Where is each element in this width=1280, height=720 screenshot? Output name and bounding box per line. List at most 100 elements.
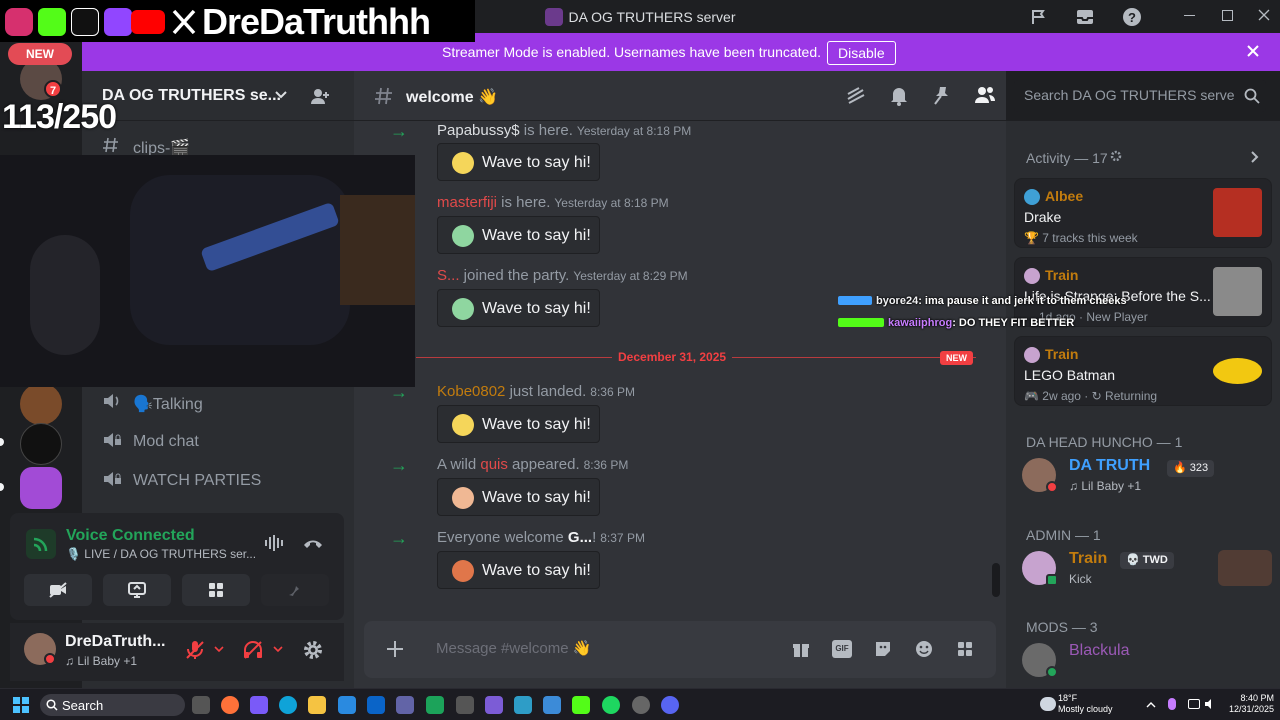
threads-icon[interactable] [845,86,867,106]
wave-button[interactable]: Wave to say hi! [437,478,600,516]
activities-button[interactable] [182,574,250,606]
disable-streamer-mode-button[interactable]: Disable [827,41,896,65]
search-box[interactable] [1014,80,1266,112]
wave-button[interactable]: Wave to say hi! [437,405,600,443]
search-icon[interactable] [1244,88,1260,104]
wave-button[interactable]: Wave to say hi! [437,289,600,327]
activity-subtitle: 🏆 7 tracks this week [1024,231,1138,245]
disconnect-icon[interactable] [302,535,324,551]
spotify-icon[interactable] [602,696,620,714]
gift-icon[interactable] [791,639,811,659]
server-header[interactable]: DA OG TRUTHERS se... [82,71,354,121]
apps-icon[interactable] [955,639,975,659]
member-row[interactable]: DA TRUTH 🔥 323 ♫ Lil Baby +1 [1022,455,1272,499]
message-composer: GIF [364,621,996,678]
instagram-icon [5,8,33,36]
wave-sticker-icon [452,487,474,509]
edge-icon[interactable] [279,696,297,714]
tiktok-icon [71,8,99,36]
camera-off-button[interactable] [24,574,92,606]
inbox-flag-icon[interactable] [1030,8,1048,26]
new-messages-tag: NEW [940,351,973,365]
server-icon-current[interactable] [20,467,62,509]
obs-icon[interactable] [632,696,650,714]
chevron-right-icon[interactable] [1250,150,1260,164]
gear-icon[interactable] [1110,150,1122,162]
banner-close-icon[interactable] [1246,44,1260,58]
member-name[interactable]: G... [568,529,592,546]
app-icon-gray[interactable] [456,696,474,714]
photos-icon[interactable] [543,696,561,714]
activity-subtitle: 🎮 2w ago · ↻ Returning [1024,389,1158,403]
user-name[interactable]: DreDaTruth... [65,633,165,651]
chevron-down-icon[interactable] [214,645,224,653]
invite-member-icon[interactable] [310,87,330,107]
server-icon-2[interactable] [20,383,62,425]
network-icon[interactable] [1188,699,1200,709]
member-name[interactable]: quis [480,456,508,473]
app-icon-purple[interactable] [485,696,503,714]
file-explorer-icon[interactable] [308,696,326,714]
sticker-icon[interactable] [873,639,893,659]
member-name[interactable]: Papabussy$ [437,122,520,139]
task-view-icon[interactable] [192,696,210,714]
help-icon[interactable]: ? [1122,7,1142,27]
settings-gear-icon[interactable] [302,639,324,661]
clock[interactable]: 8:40 PM 12/31/2025 [1218,693,1274,715]
chevron-up-icon[interactable] [1146,701,1156,709]
discord-icon[interactable] [661,696,679,714]
soundboard-button[interactable] [261,574,329,606]
wave-button[interactable]: Wave to say hi! [437,216,600,254]
pin-icon[interactable] [932,85,952,107]
gif-icon[interactable]: GIF [832,640,852,658]
emoji-icon[interactable] [914,639,934,659]
signal-icon[interactable] [26,529,56,559]
maximize-button[interactable] [1222,10,1233,21]
windows-start-icon[interactable] [13,697,29,713]
kick-icon [38,8,66,36]
voice-channel-detail[interactable]: 🎙️ LIVE / DA OG TRUTHERS ser... [66,547,256,561]
member-row[interactable]: Train 💀 TWD Kick [1022,548,1272,592]
new-badge: NEW [8,43,72,65]
app-icon-green[interactable] [426,696,444,714]
inbox-icon[interactable] [1075,7,1095,27]
chat-messages: → Papabussy$ is here. Yesterday at 8:18 P… [354,121,1006,688]
lock-speaker-icon [102,470,122,488]
attach-plus-icon[interactable] [385,639,405,659]
weather-cloud-icon [1040,697,1056,711]
close-window-button[interactable] [1257,8,1271,22]
kick-app-icon[interactable] [572,696,590,714]
app-icon-teal[interactable] [514,696,532,714]
taskbar-search[interactable]: Search [40,694,185,716]
activity-card[interactable]: Albee Drake 🏆 7 tracks this week [1014,178,1272,248]
store-icon[interactable] [338,696,356,714]
voice-status[interactable]: Voice Connected [66,527,195,545]
social-overlay: DreDaTruthhh [0,0,475,42]
member-list-icon[interactable] [974,85,996,105]
member-name[interactable]: Kobe0802 [437,383,505,400]
chat-scrollbar[interactable] [992,563,1000,597]
screen-share-button[interactable] [103,574,171,606]
activity-card[interactable]: Train LEGO Batman 🎮 2w ago · ↻ Returning [1014,336,1272,406]
copilot-icon[interactable] [250,696,268,714]
message-input[interactable] [436,640,776,657]
member-name[interactable]: S... [437,267,460,284]
notification-bell-icon[interactable] [889,85,909,107]
teams-icon[interactable] [396,696,414,714]
noise-suppression-icon[interactable] [264,533,286,553]
mute-icon[interactable] [184,639,206,661]
volume-icon[interactable] [1204,698,1216,710]
member-name[interactable]: masterfiji [437,194,497,211]
chevron-down-icon[interactable] [273,645,283,653]
server-icon-phantoms[interactable] [20,423,62,465]
wave-button[interactable]: Wave to say hi! [437,143,600,181]
mic-tray-icon[interactable] [1168,698,1176,710]
deafen-icon[interactable] [242,639,264,661]
member-row[interactable]: Blackula [1022,640,1272,684]
minimize-button[interactable] [1184,15,1195,16]
search-input[interactable] [1024,87,1234,103]
wave-button[interactable]: Wave to say hi! [437,551,600,589]
outlook-icon[interactable] [367,696,385,714]
weather-widget[interactable]: 18°F Mostly cloudy [1058,693,1113,715]
firefox-icon[interactable] [221,696,239,714]
